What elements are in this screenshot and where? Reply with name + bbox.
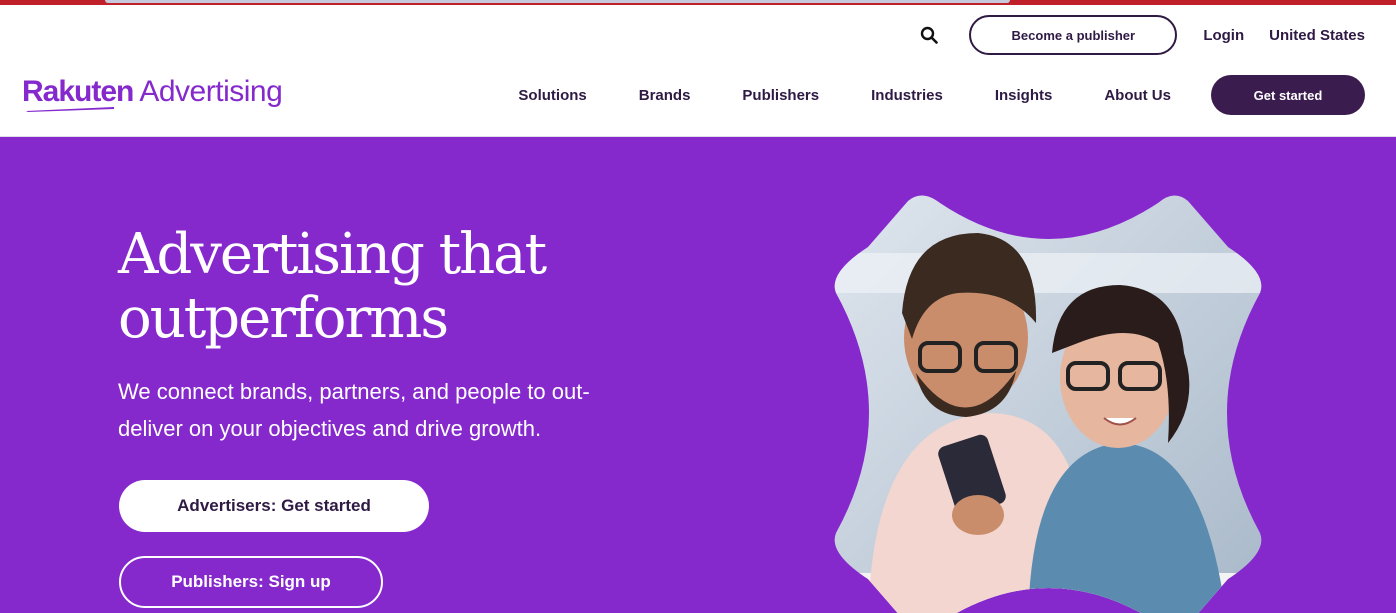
nav-item-publishers[interactable]: Publishers: [742, 87, 819, 104]
search-icon: [921, 26, 939, 44]
publishers-sign-up-button[interactable]: Publishers: Sign up: [119, 556, 383, 608]
become-publisher-button[interactable]: Become a publisher: [969, 15, 1178, 55]
logo-brand: Rakuten: [22, 75, 134, 112]
get-started-button[interactable]: Get started: [1211, 75, 1365, 115]
hero-photo-people-with-phone: [834, 195, 1262, 613]
rakuten-advertising-logo[interactable]: Rakuten Advertising: [22, 75, 283, 112]
nav-item-solutions[interactable]: Solutions: [518, 87, 586, 104]
logo-swoosh-icon: [26, 107, 114, 112]
main-navigation: Solutions Brands Publishers Industries I…: [518, 75, 1365, 115]
hero-section: Advertising that outperforms We connect …: [0, 137, 1396, 613]
hero-subtitle-line-2: deliver on your objectives and drive gro…: [118, 416, 542, 441]
nav-item-industries[interactable]: Industries: [871, 87, 943, 104]
nav-item-insights[interactable]: Insights: [995, 87, 1053, 104]
nav-item-about-us[interactable]: About Us: [1104, 87, 1171, 104]
region-selector[interactable]: United States: [1269, 27, 1365, 44]
login-link[interactable]: Login: [1203, 27, 1244, 44]
search-button[interactable]: [915, 21, 943, 49]
utility-bar: Become a publisher Login United States: [915, 15, 1365, 55]
site-header: Become a publisher Login United States R…: [0, 5, 1396, 137]
hero-title-line-1: Advertising that: [118, 222, 547, 287]
hero-title-line-2: outperforms: [118, 286, 449, 351]
hero-subtitle: We connect brands, partners, and people …: [118, 373, 678, 447]
hero-subtitle-line-1: We connect brands, partners, and people …: [118, 379, 590, 404]
logo-product: Advertising: [139, 75, 283, 108]
advertisers-get-started-button[interactable]: Advertisers: Get started: [119, 480, 429, 532]
hero-title: Advertising that outperforms: [118, 223, 738, 351]
nav-item-brands[interactable]: Brands: [639, 87, 691, 104]
